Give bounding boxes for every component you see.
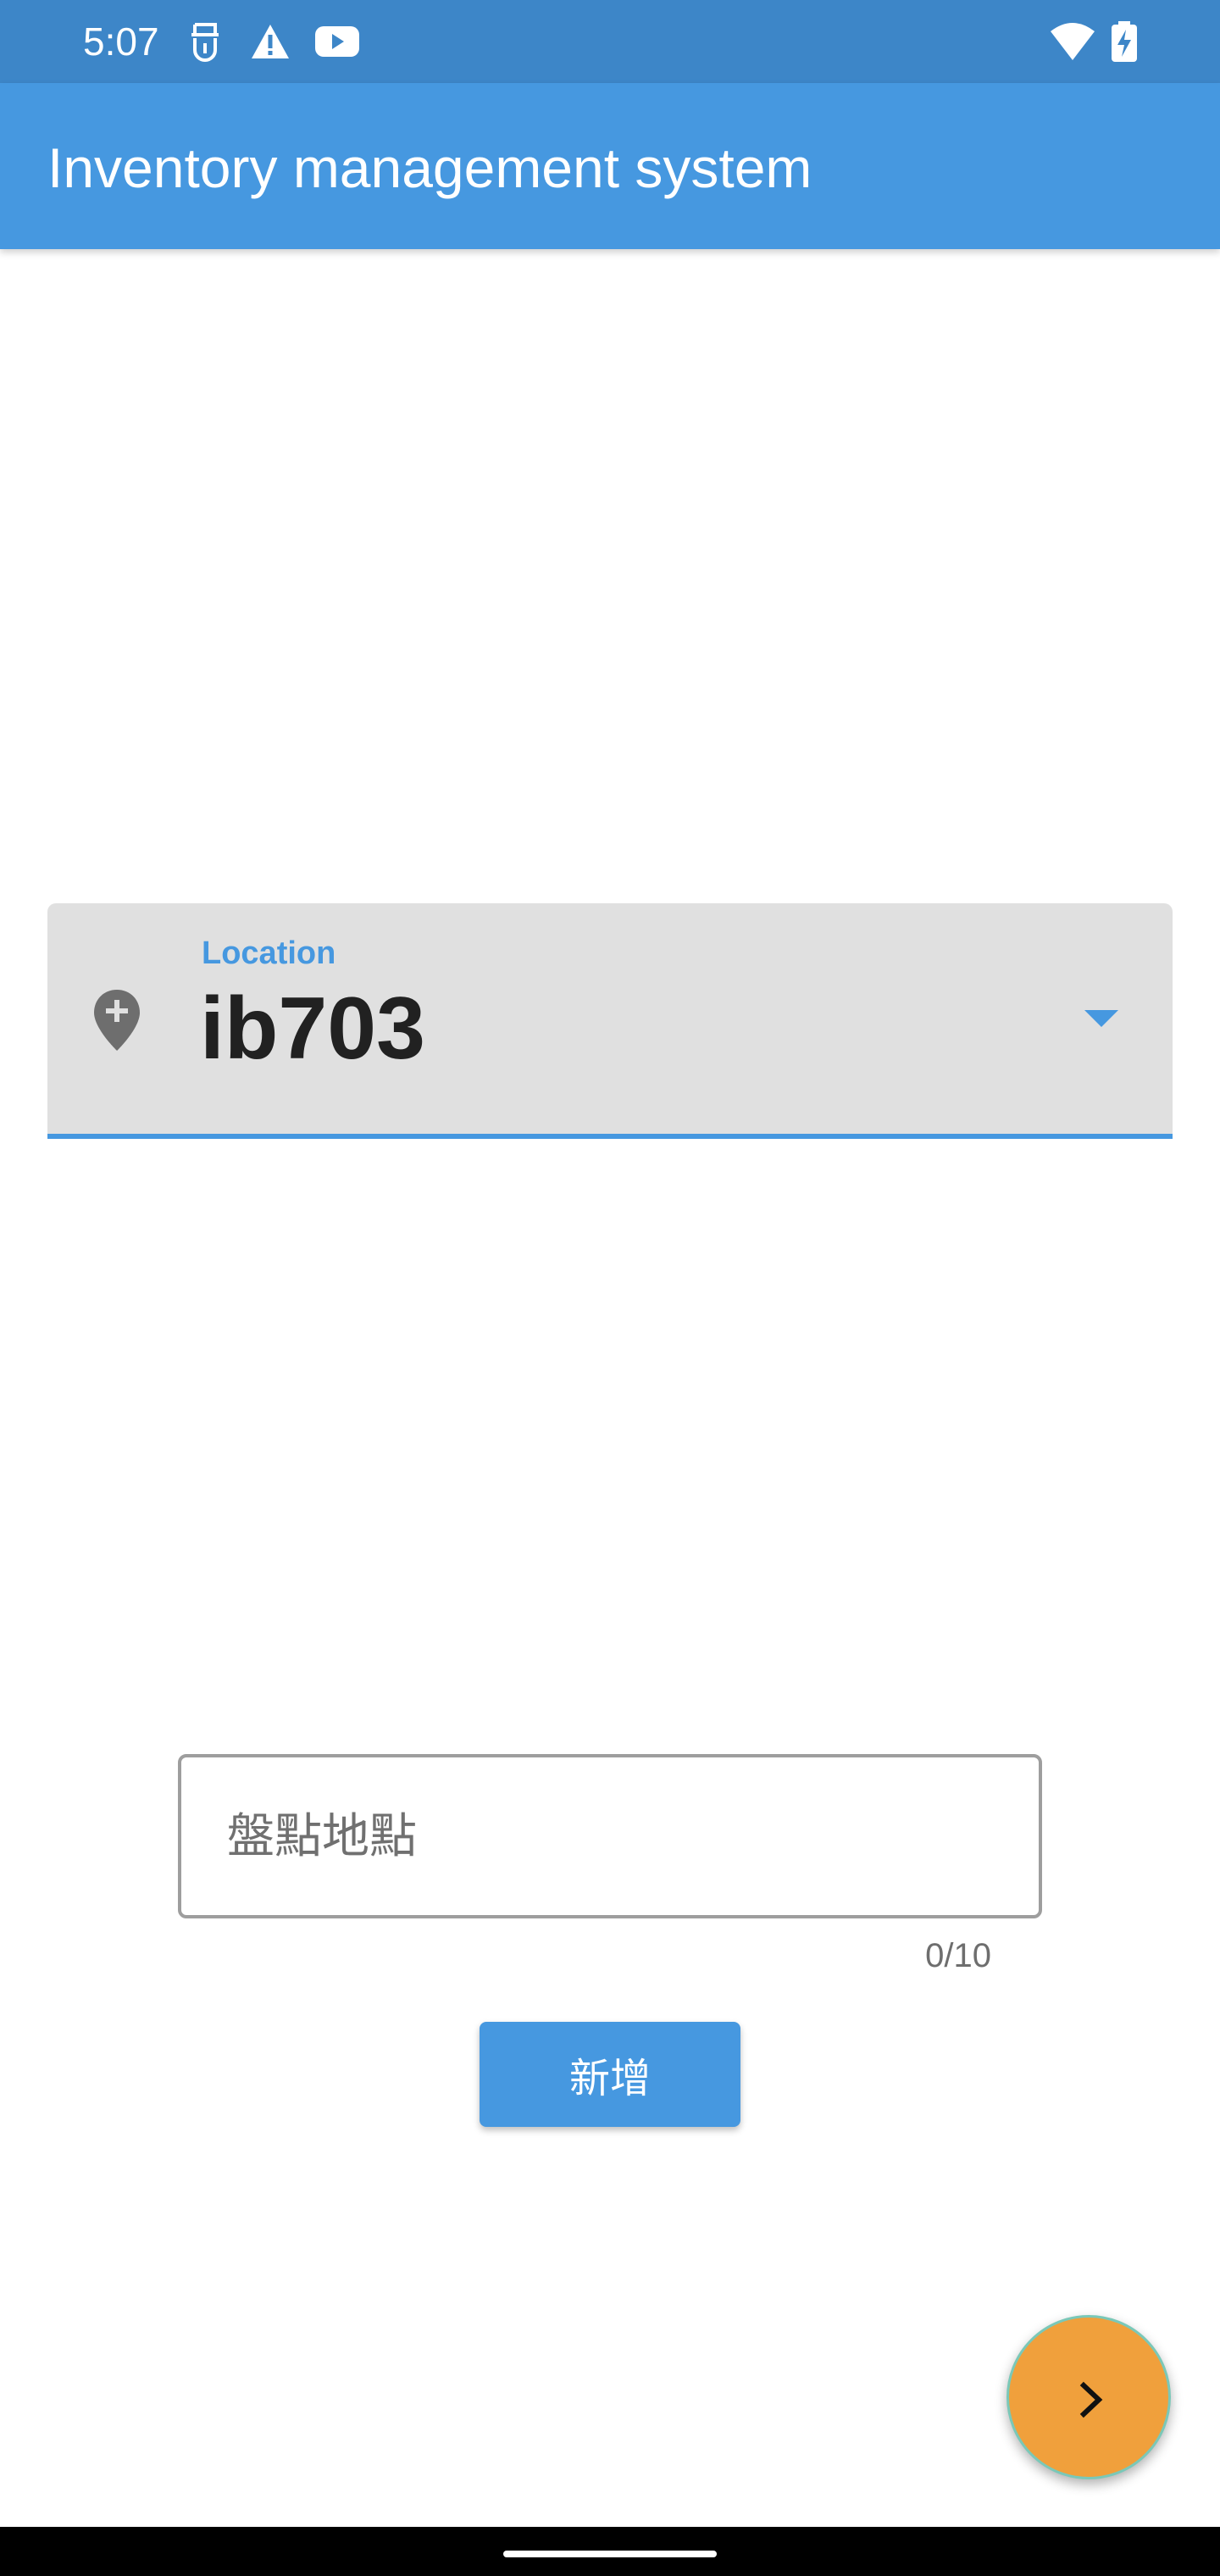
- arrow-drop-down-icon[interactable]: [1084, 1010, 1118, 1027]
- inventory-place-input[interactable]: [178, 1754, 1042, 1918]
- char-counter: 0/10: [925, 1937, 991, 1974]
- face-id-icon: [188, 21, 222, 62]
- system-nav-bar: [0, 2527, 1220, 2576]
- app-bar: Inventory management system: [0, 83, 1220, 249]
- status-time: 5:07: [83, 19, 159, 64]
- home-gesture-handle[interactable]: [503, 2551, 717, 2557]
- add-location-icon: [92, 988, 142, 1057]
- wifi-icon: [1049, 21, 1096, 62]
- add-button[interactable]: 新增: [480, 2022, 740, 2127]
- chevron-right-icon: [1079, 2381, 1103, 2418]
- next-fab-button[interactable]: [1006, 2315, 1171, 2479]
- battery-charging-icon: [1110, 21, 1139, 62]
- status-bar: 5:07: [0, 0, 1220, 83]
- app-title: Inventory management system: [47, 136, 812, 199]
- location-selected-value: ib703: [200, 980, 425, 1078]
- location-dropdown[interactable]: Location ib703: [47, 903, 1173, 1139]
- location-label: Location: [202, 935, 336, 971]
- warning-icon: [249, 21, 291, 62]
- youtube-icon: [313, 21, 361, 62]
- screen: 5:07 Inventory management system Locatio…: [0, 0, 1220, 2576]
